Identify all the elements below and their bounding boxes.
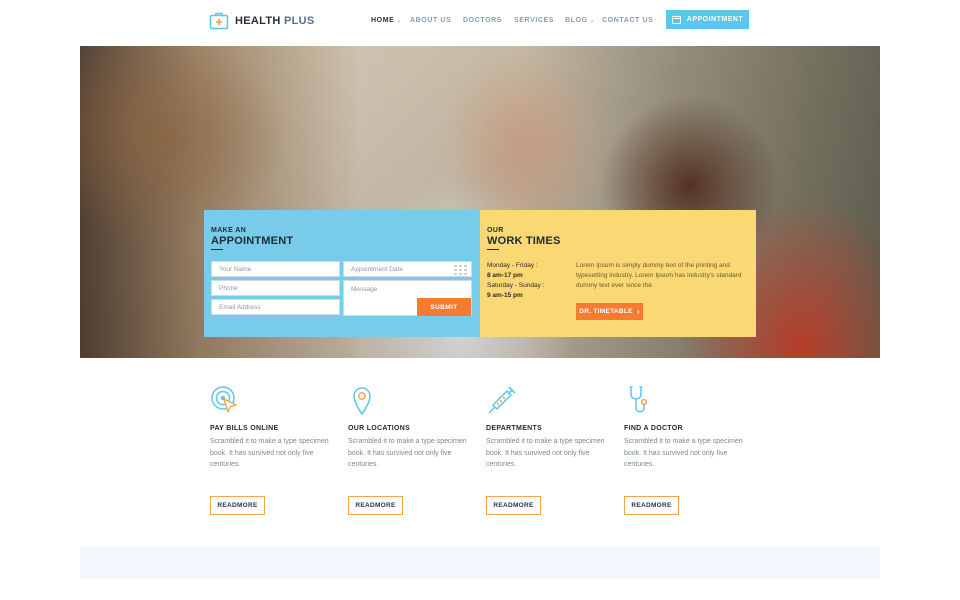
weekend-label: Saturday - Sunday : [487,282,545,289]
syringe-icon [488,386,516,414]
nav-about-us[interactable]: ABOUT US [410,17,451,24]
map-pin-icon [353,387,371,416]
timetable-button-label: DR. TIMETABLE [579,308,633,315]
stethoscope-icon [629,386,648,413]
header-appointment-button[interactable]: APPOINTMENT [666,10,749,29]
calendar-grid-icon[interactable] [454,265,468,275]
feature-title: DEPARTMENTS [486,425,543,432]
section-band [80,547,880,579]
title-divider [487,249,499,250]
chevron-down-icon: ⌄ [589,18,596,24]
target-cursor-icon [211,386,237,413]
readmore-button[interactable]: READMORE [348,496,403,515]
timetable-button[interactable]: DR. TIMETABLE › [576,303,643,320]
feature-text: Scrambled it to make a type specimen boo… [210,438,329,468]
date-input[interactable]: Appointment Date [343,261,472,277]
feature-title: OUR LOCATIONS [348,425,411,432]
work-times-title: WORK TIMES [487,235,561,247]
appointment-panel: MAKE AN APPOINTMENT Your Name Appointmen… [204,210,480,337]
work-times-description: Lorem Ipsum is simply dummy text of the … [576,262,742,290]
nav-contact-us[interactable]: CONTACT US [602,17,653,24]
work-times-panel: OUR WORK TIMES Monday - Friday : 8 am-17… [480,210,756,337]
feature-title: FIND A DOCTOR [624,425,683,432]
chevron-down-icon: ⌄ [396,18,403,24]
feature-title: PAY BILLS ONLINE [210,425,279,432]
feature-text: Scrambled it to make a type specimen boo… [624,438,743,468]
chevron-right-icon: › [636,307,640,316]
nav-blog[interactable]: BLOG ⌄ [565,17,595,24]
weekday-label: Monday - Friday : [487,262,538,269]
email-input[interactable]: Email Address [211,299,340,315]
header-appointment-label: APPOINTMENT [686,16,744,23]
site-header: HEALTH PLUS HOME ⌄ ABOUT US DOCTORS SERVI… [0,0,960,46]
title-divider [211,249,223,250]
date-input-placeholder: Appointment Date [351,265,404,273]
nav-services[interactable]: SERVICES [514,17,554,24]
calendar-icon [671,15,681,24]
hero-banner: MAKE AN APPOINTMENT Your Name Appointmen… [80,46,880,358]
readmore-button[interactable]: READMORE [486,496,541,515]
feature-text: Scrambled it to make a type specimen boo… [486,438,605,468]
readmore-button[interactable]: READMORE [210,496,265,515]
weekend-hours: 9 am-15 pm [487,292,523,299]
readmore-button[interactable]: READMORE [624,496,679,515]
weekday-hours: 8 am-17 pm [487,272,523,279]
name-input[interactable]: Your Name [211,261,340,277]
phone-input[interactable]: Phone [211,280,340,296]
appointment-title: APPOINTMENT [211,235,294,247]
appointment-kicker: MAKE AN [211,227,247,234]
submit-button[interactable]: SUBMIT [417,298,471,316]
nav-doctors[interactable]: DOCTORS [463,17,502,24]
feature-text: Scrambled it to make a type specimen boo… [348,438,467,468]
work-times-kicker: OUR [487,227,504,234]
main-nav: HOME ⌄ ABOUT US DOCTORS SERVICES BLOG ⌄ CO… [0,17,960,29]
nav-home[interactable]: HOME ⌄ [371,17,402,24]
